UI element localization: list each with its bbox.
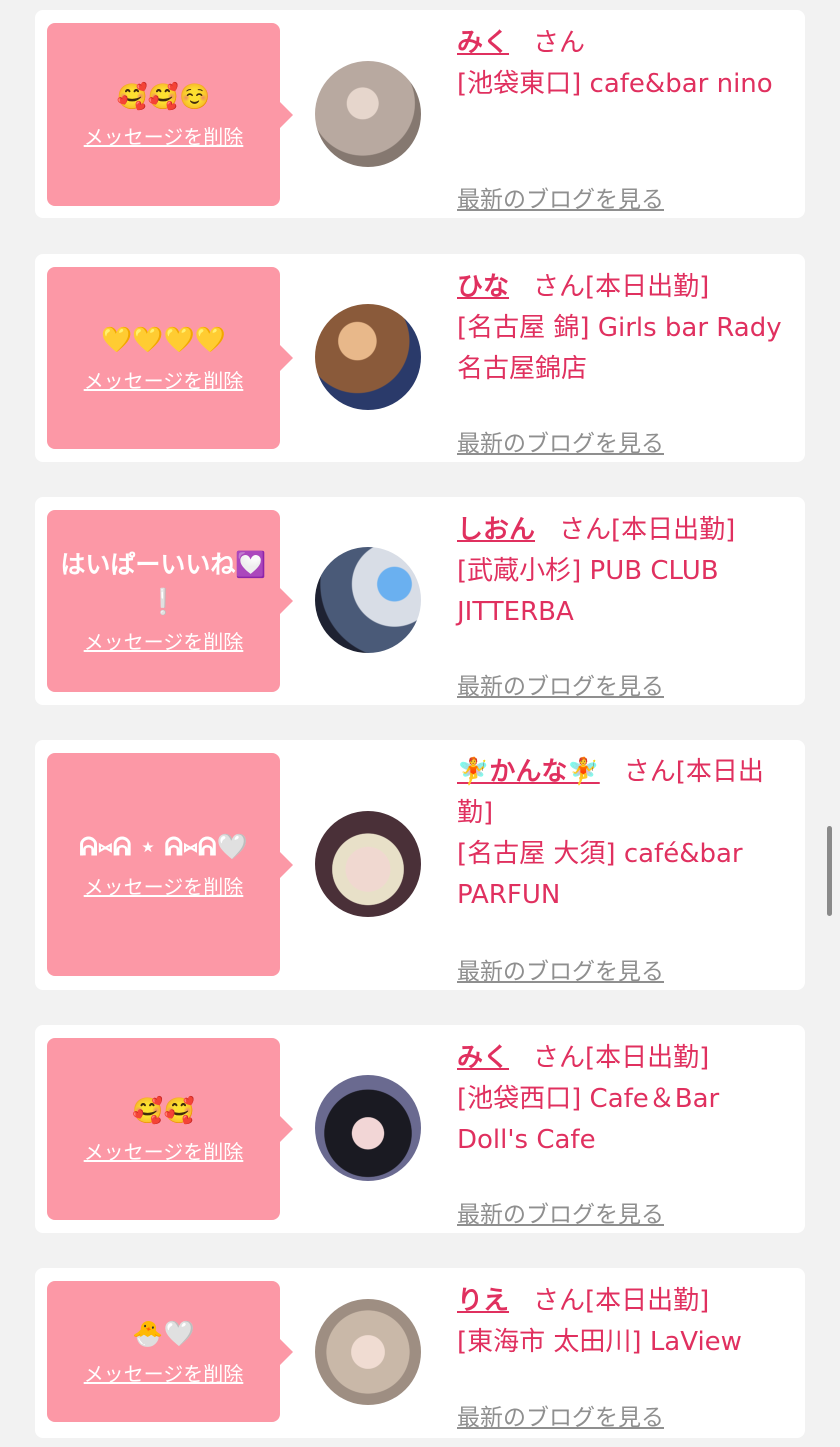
delete-message-link[interactable]: メッセージを削除 xyxy=(84,1136,244,1165)
cast-name-link[interactable]: みく xyxy=(457,28,509,58)
shop-name: [名古屋 錦] Girls bar Rady 名古屋錦店 xyxy=(457,313,782,384)
avatar[interactable] xyxy=(315,547,421,653)
message-text: ᕱ⑅ᕱ ⋆ ᕱ⑅ᕱ🤍 xyxy=(79,831,248,861)
shop-name: [池袋東口] cafe&bar nino xyxy=(457,69,773,99)
scrollbar[interactable] xyxy=(827,826,832,916)
latest-blog-link[interactable]: 最新のブログを見る xyxy=(457,424,664,458)
latest-blog-link[interactable]: 最新のブログを見る xyxy=(457,952,664,986)
name-suffix: さん[本日出勤] xyxy=(559,515,736,545)
delete-message-link[interactable]: メッセージを削除 xyxy=(84,121,244,150)
cast-name-link[interactable]: しおん xyxy=(457,515,535,545)
cast-info: しおん さん[本日出勤] [武蔵小杉] PUB CLUB JITTERBA 最新の… xyxy=(457,509,797,701)
list-item: 🐣🤍 メッセージを削除 りえ さん[本日出勤] [東海市 太田川] LaView … xyxy=(35,1268,805,1438)
shop-name: [武蔵小杉] PUB CLUB JITTERBA xyxy=(457,556,719,627)
list-item: ᕱ⑅ᕱ ⋆ ᕱ⑅ᕱ🤍 メッセージを削除 🧚かんな🧚 さん[本日出勤] [名古屋 大… xyxy=(35,740,805,990)
latest-blog-link[interactable]: 最新のブログを見る xyxy=(457,1398,664,1432)
cast-info: りえ さん[本日出勤] [東海市 太田川] LaView 最新のブログを見る xyxy=(457,1280,797,1432)
cast-name-link[interactable]: ひな xyxy=(457,272,509,302)
avatar[interactable] xyxy=(315,61,421,167)
cast-info: ひな さん[本日出勤] [名古屋 錦] Girls bar Rady 名古屋錦店 … xyxy=(457,266,797,458)
message-bubble: ᕱ⑅ᕱ ⋆ ᕱ⑅ᕱ🤍 メッセージを削除 xyxy=(47,753,293,976)
message-text: 🥰🥰 xyxy=(132,1096,195,1126)
shop-name: [名古屋 大須] café&bar PARFUN xyxy=(457,839,743,910)
message-bubble: はいぱーいいね💟❕ メッセージを削除 xyxy=(47,510,293,692)
message-text: 🐣🤍 xyxy=(132,1318,195,1348)
delete-message-link[interactable]: メッセージを削除 xyxy=(84,626,244,655)
list-item: 🥰🥰☺️ メッセージを削除 みく さん [池袋東口] cafe&bar nino … xyxy=(35,10,805,218)
shop-name: [東海市 太田川] LaView xyxy=(457,1327,742,1357)
cast-name-link[interactable]: 🧚かんな🧚 xyxy=(457,757,600,787)
cast-name-link[interactable]: りえ xyxy=(457,1286,509,1316)
name-suffix: さん[本日出勤] xyxy=(533,272,710,302)
message-bubble: 🥰🥰 メッセージを削除 xyxy=(47,1038,293,1220)
list-item: 🥰🥰 メッセージを削除 みく さん[本日出勤] [池袋西口] Cafe＆Bar D… xyxy=(35,1025,805,1233)
avatar[interactable] xyxy=(315,1075,421,1181)
latest-blog-link[interactable]: 最新のブログを見る xyxy=(457,1195,664,1229)
delete-message-link[interactable]: メッセージを削除 xyxy=(84,365,244,394)
name-suffix: さん xyxy=(533,28,586,58)
message-bubble: 🐣🤍 メッセージを削除 xyxy=(47,1281,293,1422)
avatar[interactable] xyxy=(315,811,421,917)
message-bubble: 💛💛💛💛 メッセージを削除 xyxy=(47,267,293,449)
cast-info: 🧚かんな🧚 さん[本日出勤] [名古屋 大須] café&bar PARFUN 最… xyxy=(457,752,797,986)
message-text: 🥰🥰☺️ xyxy=(116,81,211,111)
avatar[interactable] xyxy=(315,304,421,410)
cast-info: みく さん [池袋東口] cafe&bar nino 最新のブログを見る xyxy=(457,22,797,214)
latest-blog-link[interactable]: 最新のブログを見る xyxy=(457,667,664,701)
message-bubble: 🥰🥰☺️ メッセージを削除 xyxy=(47,23,293,206)
message-text: 💛💛💛💛 xyxy=(101,325,226,355)
delete-message-link[interactable]: メッセージを削除 xyxy=(84,871,244,900)
name-suffix: さん[本日出勤] xyxy=(533,1286,710,1316)
message-text: はいぱーいいね💟❕ xyxy=(60,550,267,616)
cast-name-link[interactable]: みく xyxy=(457,1043,509,1073)
delete-message-link[interactable]: メッセージを削除 xyxy=(84,1358,244,1387)
list-item: はいぱーいいね💟❕ メッセージを削除 しおん さん[本日出勤] [武蔵小杉] PU… xyxy=(35,497,805,705)
latest-blog-link[interactable]: 最新のブログを見る xyxy=(457,180,664,214)
shop-name: [池袋西口] Cafe＆Bar Doll's Cafe xyxy=(457,1084,720,1155)
name-suffix: さん[本日出勤] xyxy=(533,1043,710,1073)
cast-info: みく さん[本日出勤] [池袋西口] Cafe＆Bar Doll's Cafe 最… xyxy=(457,1037,797,1229)
list-item: 💛💛💛💛 メッセージを削除 ひな さん[本日出勤] [名古屋 錦] Girls b… xyxy=(35,254,805,462)
avatar[interactable] xyxy=(315,1299,421,1405)
